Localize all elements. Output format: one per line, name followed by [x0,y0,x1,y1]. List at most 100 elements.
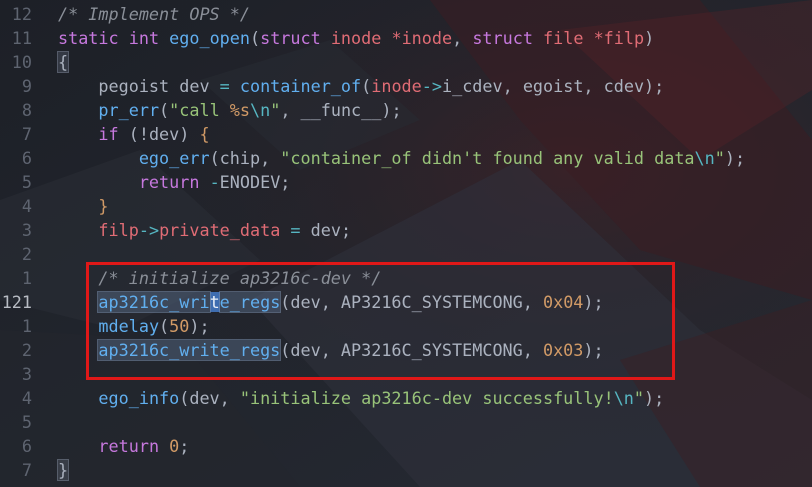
code-token: { [199,124,210,144]
code-token: int [128,28,160,48]
code-token: return [98,436,160,456]
line-number: 4 [21,196,32,216]
code-text[interactable]: pegoist dev = container_of(inode->i_cdev… [58,74,664,98]
code-token: } [56,459,70,481]
line-number: 9 [21,76,32,96]
code-token: dev; [300,220,352,240]
code-token: static [58,28,119,48]
code-text[interactable]: } [56,458,70,482]
code-token: (dev, [179,388,240,408]
line-number: 4 [21,388,32,408]
line-number: 10 [11,52,32,72]
code-line[interactable]: 7} [0,458,812,482]
line-number: 7 [21,124,32,144]
code-token: filp [98,220,139,240]
line-number: 8 [21,100,32,120]
code-token: container_of [239,76,362,96]
code-line[interactable]: 7 if (!dev) { [0,122,812,146]
code-text[interactable]: /* Implement OPS */ [58,2,250,26]
code-line[interactable]: 6 ego_err(chip, "container_of didn't fou… [0,146,812,170]
code-line[interactable]: 4 } [0,194,812,218]
code-text[interactable]: ego_info(dev, "initialize ap3216c-dev su… [58,386,664,410]
code-text[interactable]: ego_err(chip, "container_of didn't found… [58,146,745,170]
code-text[interactable]: static int ego_open(struct inode *inode,… [58,26,654,50]
line-number: 3 [21,220,32,240]
code-token: , [452,28,473,48]
code-token: "call [169,100,230,120]
code-token: return [138,172,200,192]
line-number: 5 [21,412,32,432]
code-token: 0 [169,436,180,456]
code-text[interactable]: if (!dev) { [58,122,210,146]
code-editor[interactable]: 12 /* Implement OPS */ 11 static int ego_op… [0,0,812,487]
code-token: } [98,196,109,216]
code-token: *filp [593,28,645,48]
line-number: 7 [21,460,32,480]
code-token: " [270,100,281,120]
code-token: *inode [391,28,453,48]
code-token: \n [694,148,715,168]
code-token: ( [249,28,261,48]
code-token: ego_err [138,148,210,168]
code-token: ); [644,388,665,408]
code-line[interactable]: 11 static int ego_open(struct inode *inod… [0,26,812,50]
code-text[interactable]: pr_err("call %s\n", __func__); [58,98,401,122]
code-line[interactable]: 8 pr_err("call %s\n", __func__); [0,98,812,122]
code-token: "container_of didn't found any valid dat… [280,148,695,168]
code-token: struct [472,28,533,48]
code-token: ); [724,148,746,168]
code-line[interactable]: 12 /* Implement OPS */ [0,2,812,26]
code-token: private_data [159,220,281,240]
code-token: %s [229,100,250,120]
line-number: 11 [11,28,32,48]
annotation-highlight-box [86,262,675,380]
line-number: 2 [21,244,32,264]
code-text[interactable]: return 0; [58,434,189,458]
code-token: = [219,76,230,96]
code-token: "initialize ap3216c-dev successfully! [239,388,614,408]
code-line[interactable]: 4 ego_info(dev, "initialize ap3216c-dev … [0,386,812,410]
code-token: struct [260,28,321,48]
code-token: i_cdev [441,76,503,96]
line-number: 6 [21,436,32,456]
line-number: 12 [11,4,32,24]
code-token: ) [644,28,655,48]
code-line[interactable]: 6 return 0; [0,434,812,458]
code-text[interactable]: { [56,50,70,74]
code-line[interactable]: 10 { [0,50,812,74]
code-text[interactable]: } [58,194,109,218]
code-token: inode [371,76,422,96]
code-token: ego_info [98,388,180,408]
code-token: \n [250,100,271,120]
code-token: " [633,388,645,408]
code-line[interactable]: 9 pegoist dev = container_of(inode->i_cd… [0,74,812,98]
code-line[interactable]: 5 [0,410,812,434]
code-token: ego_open [169,28,250,48]
code-token: inode [330,28,382,48]
code-token: file [543,28,584,48]
code-line[interactable]: 3 filp->private_data = dev; [0,218,812,242]
code-token: (!dev) [118,124,200,144]
code-token: " [714,148,725,168]
code-line[interactable]: 5 return -ENODEV; [0,170,812,194]
code-token: if [98,124,119,144]
code-text[interactable]: filp->private_data = dev; [58,218,351,242]
code-text[interactable]: return -ENODEV; [58,170,291,194]
code-token: /* Implement OPS */ [58,4,250,24]
code-token: -> [138,220,160,240]
line-number: 5 [21,172,32,192]
